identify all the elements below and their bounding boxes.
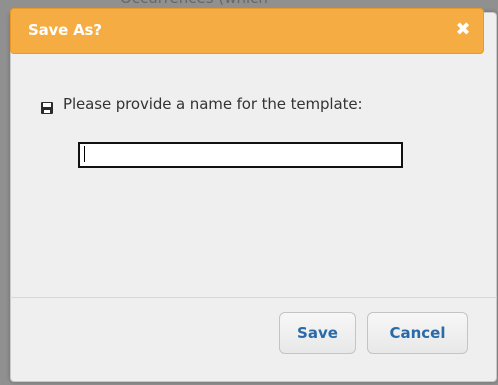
- save-disk-icon: [41, 99, 53, 114]
- close-icon[interactable]: ✖: [452, 19, 474, 41]
- prompt-row: Please provide a name for the template:: [41, 94, 363, 114]
- template-name-input[interactable]: [78, 142, 403, 168]
- prompt-label: Please provide a name for the template:: [63, 95, 363, 113]
- save-button[interactable]: Save: [279, 312, 356, 354]
- cancel-button[interactable]: Cancel: [367, 312, 468, 354]
- footer-divider: [10, 297, 497, 298]
- dialog-title: Save As?: [28, 21, 102, 39]
- text-caret: [84, 146, 85, 162]
- dialog-titlebar[interactable]: Save As? ✖: [10, 8, 484, 54]
